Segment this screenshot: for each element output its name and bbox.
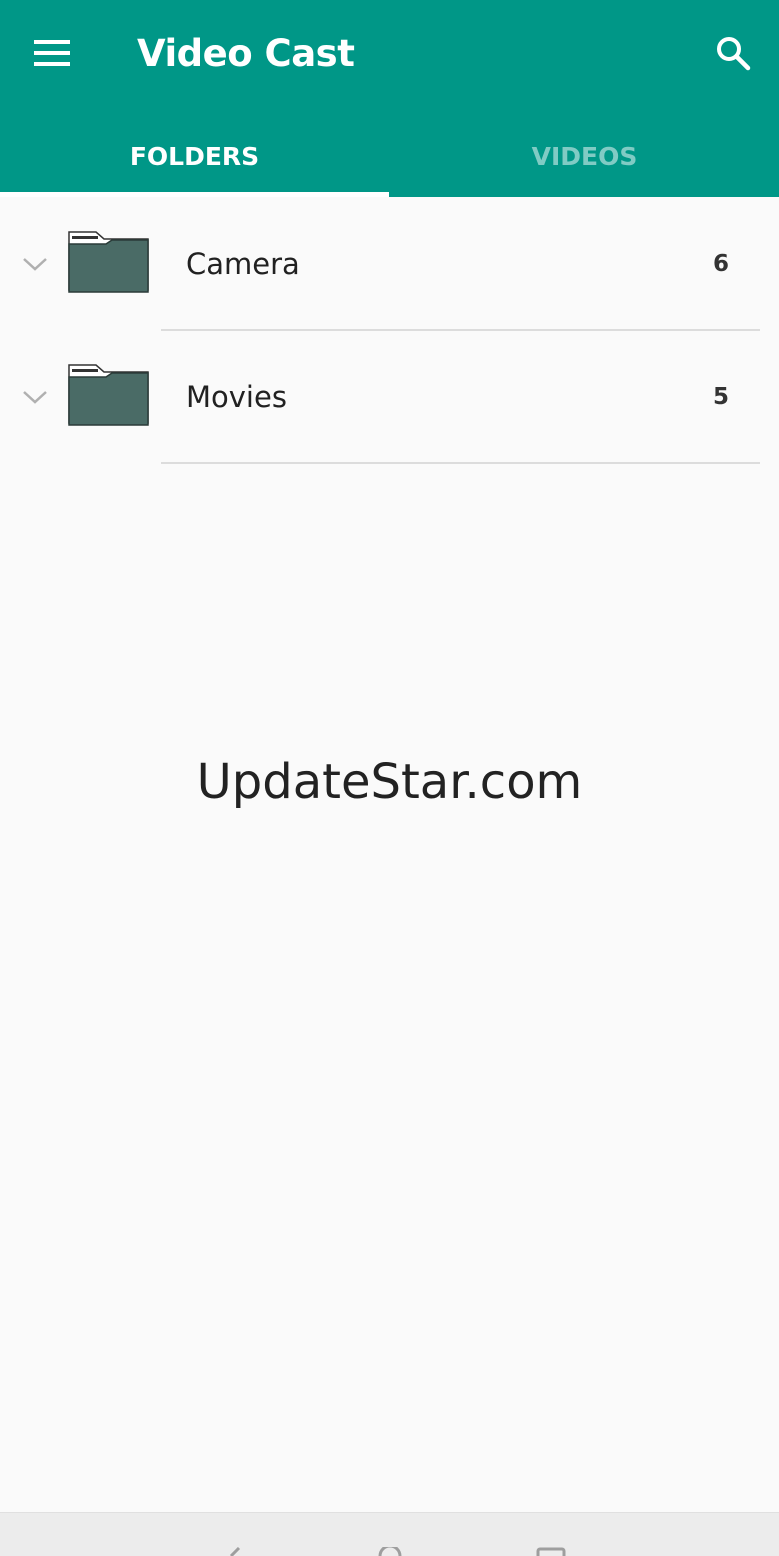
app-title: Video Cast	[137, 32, 355, 75]
folder-name: Camera	[186, 247, 300, 281]
system-navigation-bar	[0, 1512, 779, 1556]
tab-videos[interactable]: VIDEOS	[390, 118, 779, 194]
folder-count: 6	[712, 251, 729, 277]
folder-row-camera[interactable]: Camera 6	[0, 198, 779, 331]
watermark-text: UpdateStar.com	[196, 754, 583, 810]
chevron-down-icon[interactable]	[22, 389, 48, 405]
folder-icon	[68, 231, 149, 293]
menu-button[interactable]	[28, 32, 78, 74]
folder-icon	[68, 364, 149, 426]
folder-row-movies[interactable]: Movies 5	[0, 331, 779, 464]
search-button[interactable]	[708, 30, 758, 76]
chevron-down-icon[interactable]	[22, 256, 48, 272]
search-icon	[717, 37, 751, 71]
folder-count: 5	[712, 384, 729, 410]
hamburger-menu-icon	[34, 40, 70, 66]
tab-folders[interactable]: FOLDERS	[0, 118, 389, 194]
tab-indicator	[0, 192, 389, 197]
folder-name: Movies	[186, 380, 287, 414]
app-bar: Video Cast FOLDERS VIDEOS	[0, 0, 779, 197]
divider	[161, 462, 760, 464]
